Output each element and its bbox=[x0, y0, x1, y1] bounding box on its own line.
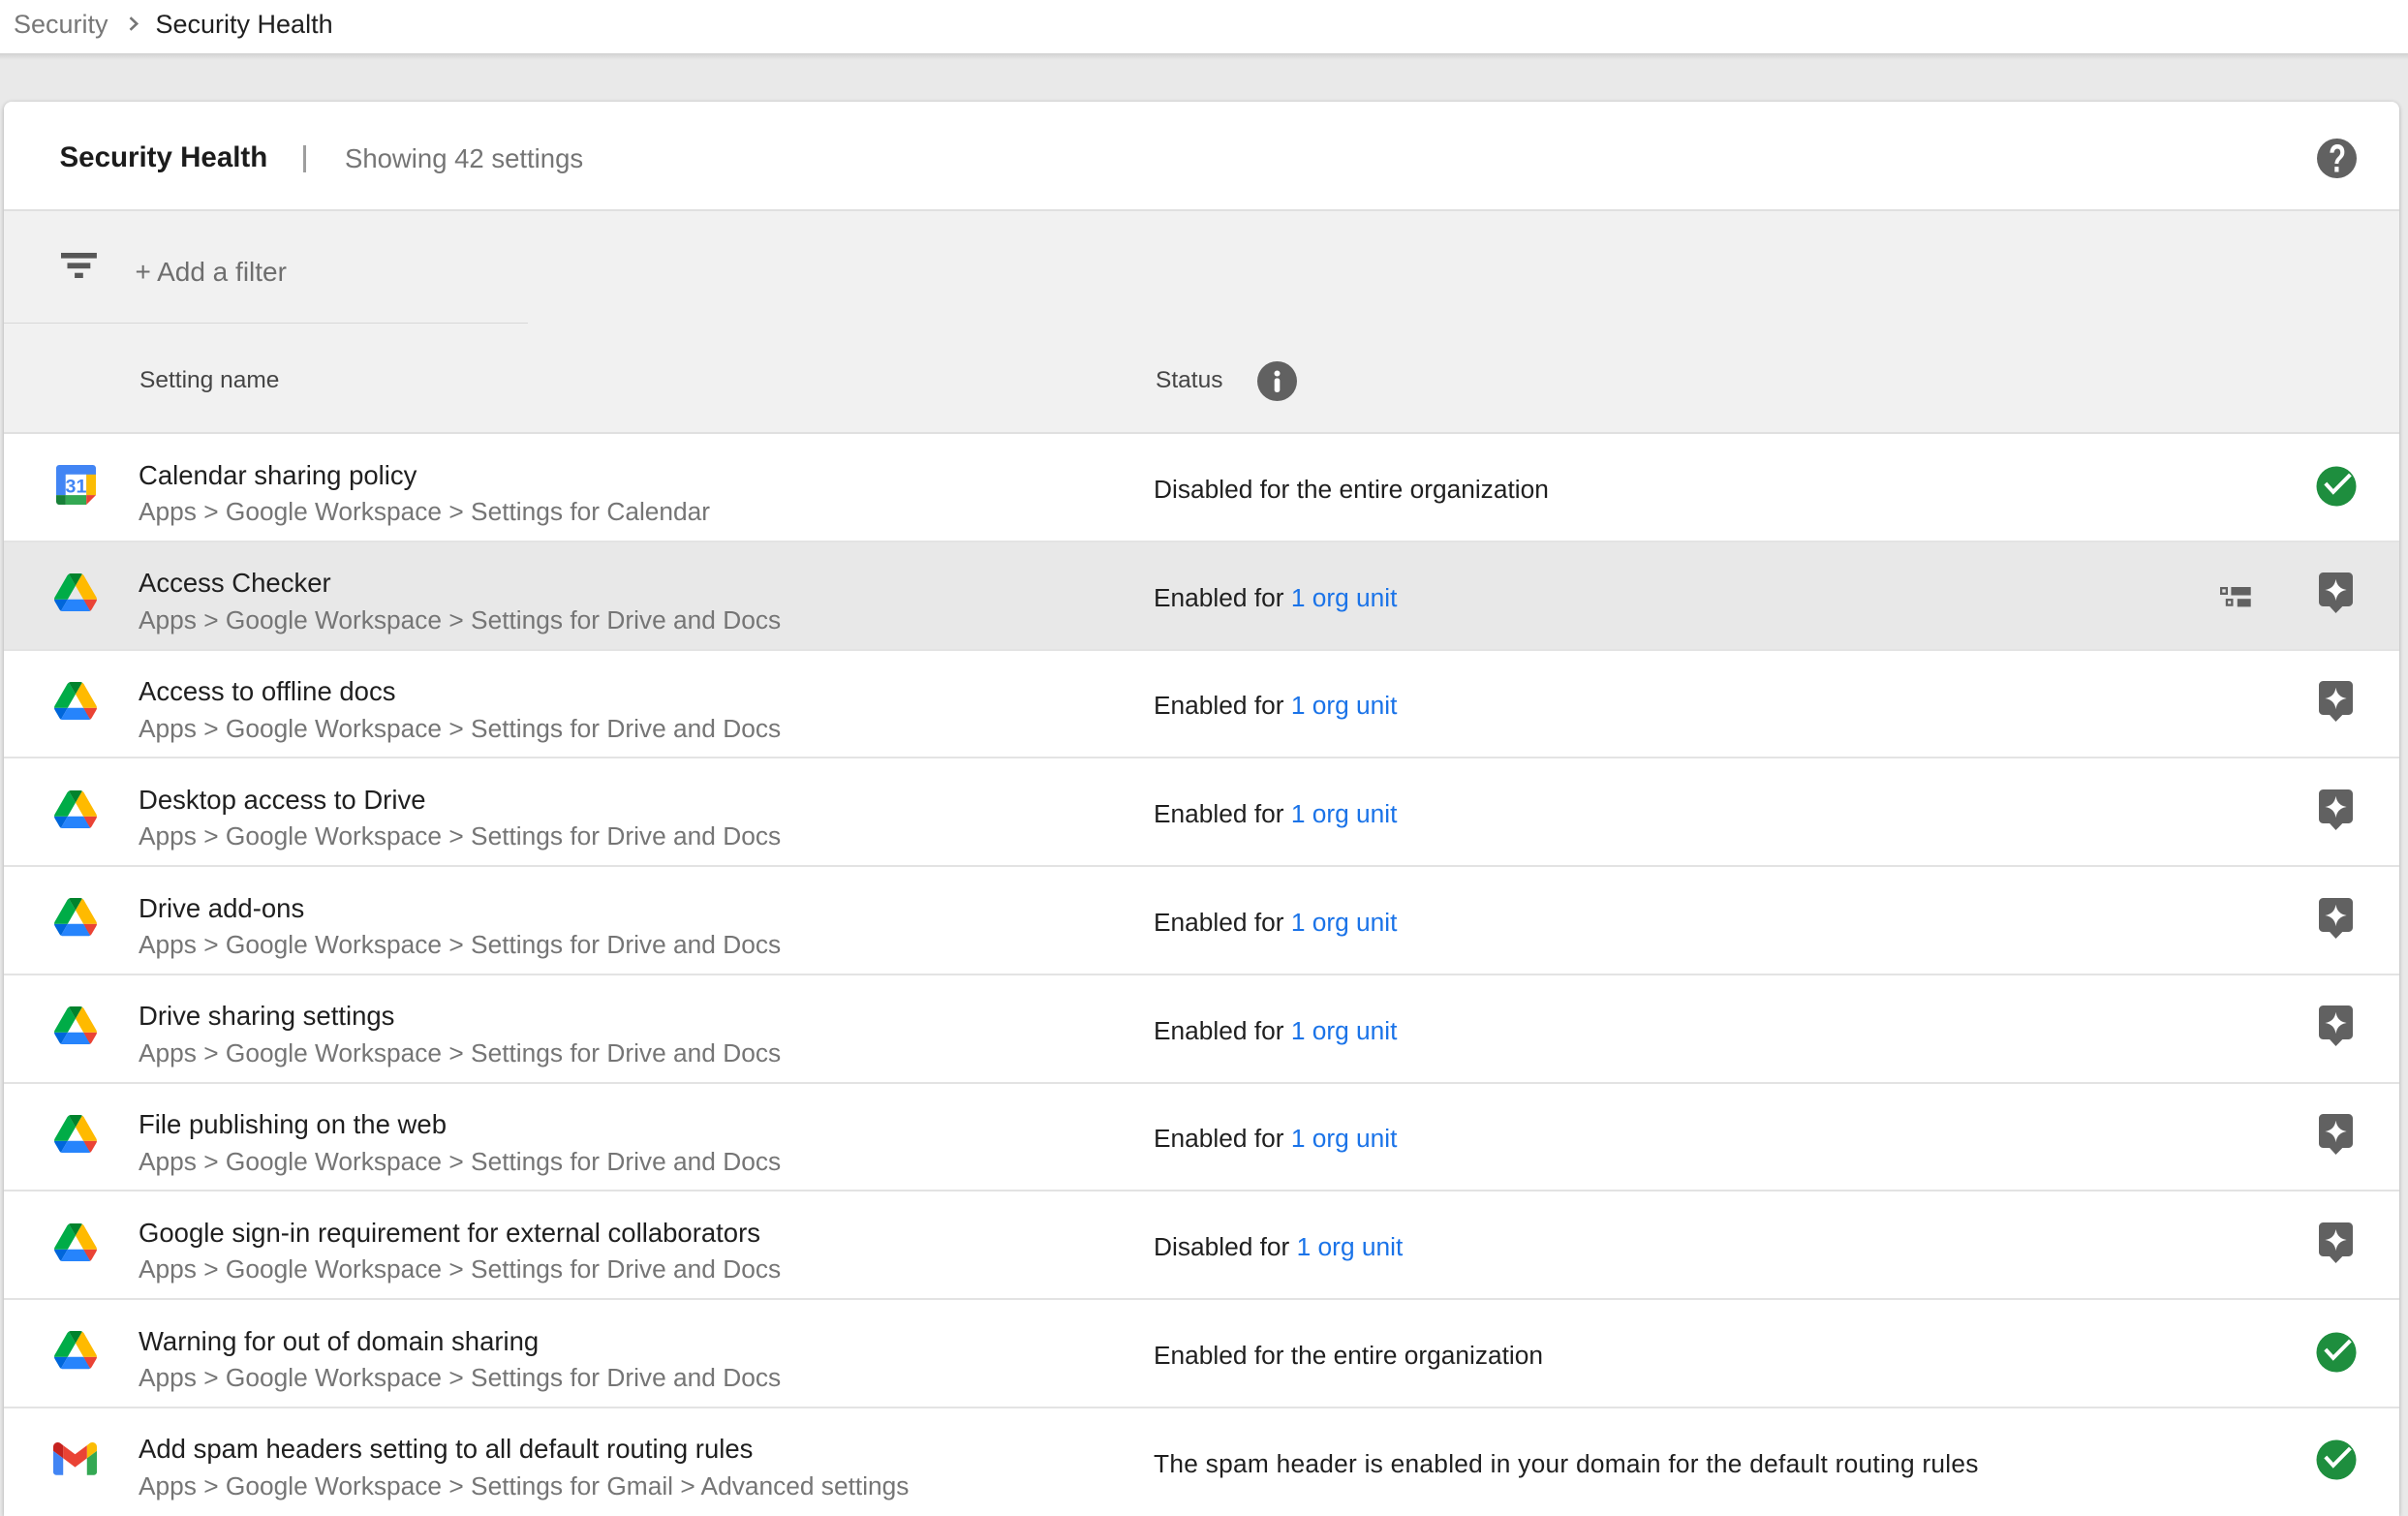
svg-text:31: 31 bbox=[65, 476, 86, 497]
svg-text:?: ? bbox=[2328, 139, 2345, 178]
